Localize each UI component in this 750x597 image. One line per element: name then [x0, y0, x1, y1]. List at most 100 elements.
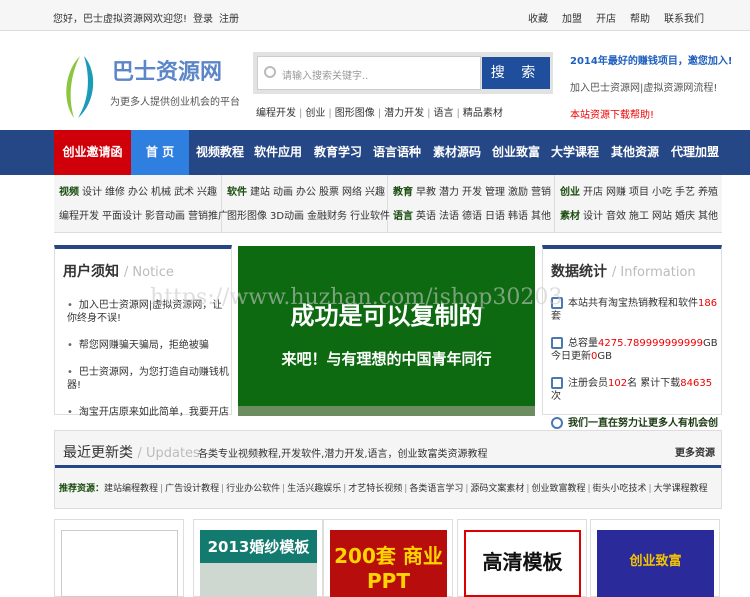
recommended-link[interactable]: 生活兴趣娱乐: [287, 484, 341, 494]
subnav-heading[interactable]: 教育: [393, 187, 413, 198]
subnav-link[interactable]: 其他: [698, 211, 718, 222]
nav-item[interactable]: 软件应用: [253, 130, 303, 175]
subnav-link[interactable]: 开店: [583, 187, 603, 198]
subnav-heading[interactable]: 软件: [227, 187, 247, 198]
subnav-link[interactable]: 激励: [508, 187, 528, 198]
subnav-link[interactable]: 设计: [583, 211, 603, 222]
register-link[interactable]: 注册: [219, 14, 239, 25]
subnav-link[interactable]: 设计: [82, 187, 102, 198]
resource-card[interactable]: 高清模板: [457, 519, 587, 597]
subnav-link[interactable]: 英语: [416, 211, 436, 222]
subnav-heading[interactable]: 语言: [393, 211, 413, 222]
subnav-link[interactable]: 日语: [485, 211, 505, 222]
subnav-link[interactable]: 法语: [439, 211, 459, 222]
subnav-link[interactable]: 网络: [342, 187, 362, 198]
nav-item[interactable]: 语言语种: [372, 130, 422, 175]
banner-slider-bar[interactable]: [238, 406, 535, 416]
hot-link[interactable]: 潜力开发: [384, 108, 424, 119]
promo-join[interactable]: 加入巴士资源网|虚拟资源网流程!: [570, 79, 732, 94]
subnav-link[interactable]: 兴趣: [365, 187, 385, 198]
favorite-link[interactable]: 收藏: [528, 14, 548, 25]
contact-link[interactable]: 联系我们: [664, 14, 704, 25]
subnav-link[interactable]: 施工: [629, 211, 649, 222]
notice-item[interactable]: 帮您网赚骗天骗局，拒绝被骗: [67, 339, 231, 352]
subnav-link[interactable]: 音效: [606, 211, 626, 222]
subnav-link[interactable]: 潜力: [439, 187, 459, 198]
hot-link[interactable]: 创业: [305, 108, 325, 119]
subnav-link[interactable]: 德语: [462, 211, 482, 222]
subnav-link[interactable]: 编程开发: [59, 211, 99, 222]
recommended-link[interactable]: 建站编程教程: [104, 484, 158, 494]
subnav-link[interactable]: 手艺: [675, 187, 695, 198]
join-link[interactable]: 加盟: [562, 14, 582, 25]
subnav-link[interactable]: 行业软件: [350, 211, 390, 222]
subnav-heading[interactable]: 视频: [59, 187, 79, 198]
subnav-link[interactable]: 营销: [531, 187, 551, 198]
subnav-link[interactable]: 兴趣: [197, 187, 217, 198]
hot-link[interactable]: 编程开发: [256, 108, 296, 119]
notice-item[interactable]: 巴士资源网，为您打造自动赚钱机器!: [67, 366, 231, 392]
subnav-link[interactable]: 影音动画: [145, 211, 185, 222]
subnav-link[interactable]: 平面设计: [102, 211, 142, 222]
subnav-link[interactable]: 网站: [652, 211, 672, 222]
subnav-link[interactable]: 早教: [416, 187, 436, 198]
recommended-link[interactable]: 大学课程教程: [654, 484, 708, 494]
subnav-heading[interactable]: 创业: [560, 187, 580, 198]
promo-headline[interactable]: 2014年最好的赚钱项目，邀您加入!: [570, 52, 732, 67]
logo-title[interactable]: 巴士资源网: [112, 54, 222, 86]
subnav-link[interactable]: 网赚: [606, 187, 626, 198]
nav-invitation[interactable]: 创业邀请函: [54, 130, 131, 175]
nav-item[interactable]: 创业致富: [491, 130, 541, 175]
subnav-link[interactable]: 建站: [250, 187, 270, 198]
resource-card[interactable]: 2013婚纱模板: [193, 519, 323, 597]
subnav-link[interactable]: 项目: [629, 187, 649, 198]
subnav-link[interactable]: 小吃: [652, 187, 672, 198]
subnav-link[interactable]: 股票: [319, 187, 339, 198]
subnav-link[interactable]: 办公: [128, 187, 148, 198]
subnav-link[interactable]: 办公: [296, 187, 316, 198]
subnav-link[interactable]: 管理: [485, 187, 505, 198]
open-shop-link[interactable]: 开店: [596, 14, 616, 25]
nav-item[interactable]: 大学课程: [550, 130, 600, 175]
subnav-link[interactable]: 武术: [174, 187, 194, 198]
search-input[interactable]: 请输入搜索关键字..: [257, 56, 481, 90]
subnav-heading[interactable]: 素材: [560, 211, 580, 222]
subnav-link[interactable]: 机械: [151, 187, 171, 198]
notice-item[interactable]: 加入巴士资源网|虚拟资源网，让你终身不误!: [67, 299, 231, 325]
subnav-link[interactable]: 养殖: [698, 187, 718, 198]
nav-item[interactable]: 视频教程: [192, 130, 248, 175]
subnav-link[interactable]: 金融财务: [307, 211, 347, 222]
subnav-link[interactable]: 3D动画: [270, 211, 304, 222]
banner[interactable]: 成功是可以复制的 来吧！与有理想的中国青年同行: [238, 246, 535, 416]
recommended-link[interactable]: 街头小吃技术: [593, 484, 647, 494]
resource-card[interactable]: 200套 商业PPT: [323, 519, 453, 597]
recommended-link[interactable]: 广告设计教程: [165, 484, 219, 494]
hot-link[interactable]: 图形图像: [335, 108, 375, 119]
help-link[interactable]: 帮助: [630, 14, 650, 25]
nav-home[interactable]: 首 页: [131, 130, 189, 175]
notice-item[interactable]: 淘宝开店原来如此简单，我要开店: [67, 406, 231, 419]
subnav-link[interactable]: 婚庆: [675, 211, 695, 222]
recommended-link[interactable]: 才艺特长视频: [348, 484, 402, 494]
recommended-link[interactable]: 各类语言学习: [409, 484, 463, 494]
promo-help[interactable]: 本站资源下载帮助!: [570, 106, 732, 121]
recommended-link[interactable]: 行业办公软件: [226, 484, 280, 494]
subnav-link[interactable]: 其他: [531, 211, 551, 222]
recommended-link[interactable]: 创业致富教程: [531, 484, 585, 494]
subnav-link[interactable]: 图形图像: [227, 211, 267, 222]
login-link[interactable]: 登录: [193, 14, 213, 25]
subnav-link[interactable]: 开发: [462, 187, 482, 198]
nav-item[interactable]: 素材源码: [432, 130, 482, 175]
recommended-link[interactable]: 源码文案素材: [470, 484, 524, 494]
nav-item[interactable]: 其他资源: [610, 130, 660, 175]
subnav-link[interactable]: 韩语: [508, 211, 528, 222]
hot-link[interactable]: 语言: [434, 108, 454, 119]
nav-item[interactable]: 代理加盟: [670, 130, 720, 175]
resource-card[interactable]: [54, 519, 184, 597]
search-button[interactable]: 搜 索: [482, 57, 550, 89]
more-resources-link[interactable]: 更多资源: [675, 444, 715, 459]
subnav-link[interactable]: 动画: [273, 187, 293, 198]
hot-link[interactable]: 精品素材: [463, 108, 503, 119]
nav-item[interactable]: 教育学习: [313, 130, 363, 175]
subnav-link[interactable]: 维修: [105, 187, 125, 198]
